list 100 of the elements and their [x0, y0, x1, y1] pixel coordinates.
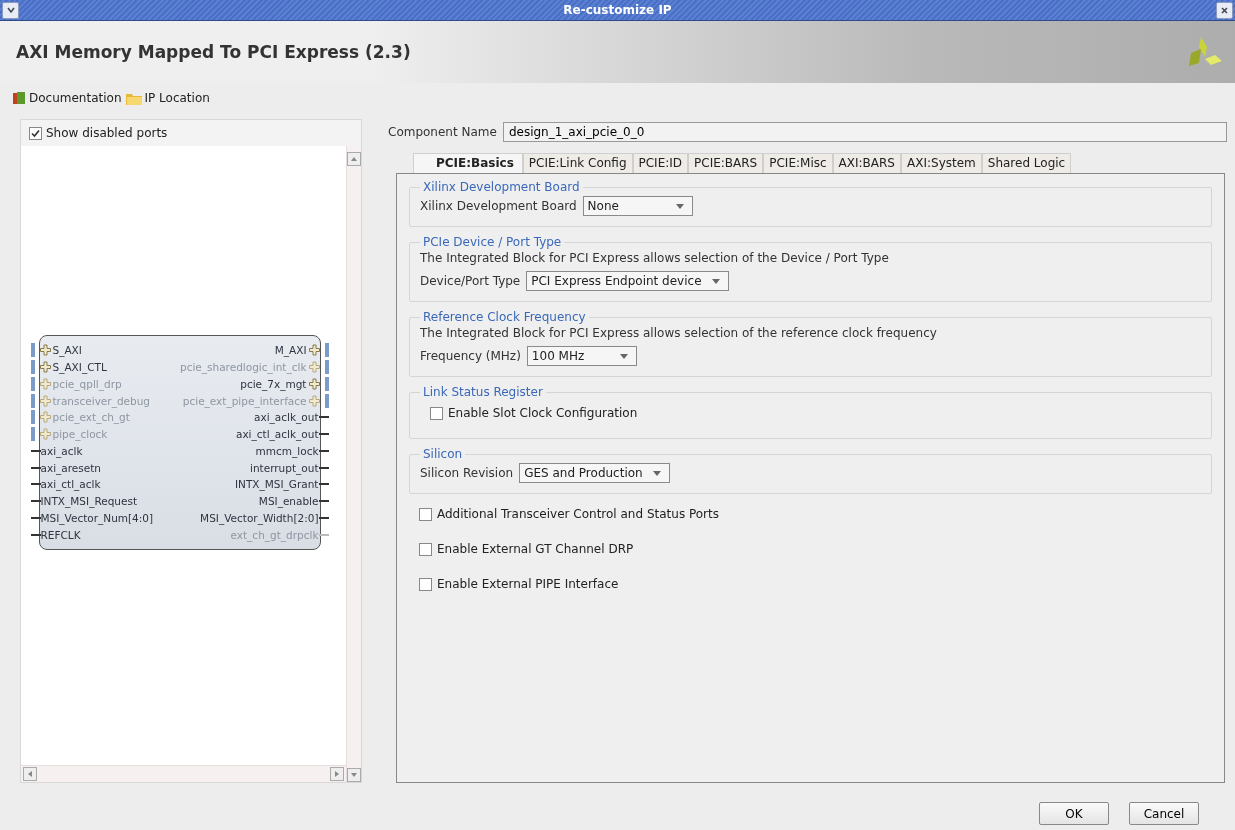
port-label: M_AXI	[274, 344, 307, 357]
logo-icon	[1189, 35, 1223, 69]
down-arrow-icon	[351, 773, 357, 777]
documentation-link[interactable]: Documentation	[12, 91, 122, 105]
port-label: INTX_MSI_Request	[40, 495, 138, 508]
pin-line-icon	[318, 482, 329, 487]
port-label: axi_ctl_aclk	[40, 478, 101, 491]
group-title: PCIe Device / Port Type	[422, 235, 563, 249]
checkbox-option[interactable]: Enable External PIPE Interface	[409, 572, 1212, 599]
pin-line-icon	[30, 482, 41, 487]
pin-line-icon	[318, 465, 329, 470]
pin-line-icon	[318, 499, 329, 504]
pin-line-icon	[318, 515, 329, 520]
bus-port-icon	[30, 393, 53, 408]
group-title: Reference Clock Frequency	[422, 310, 587, 324]
group-description: The Integrated Block for PCI Express allows selection of the Device / Port Type	[420, 251, 890, 265]
checkbox-label: Additional Transceiver Control and Status Ports	[437, 507, 719, 521]
checkbox-label: Enable Slot Clock Configuration	[448, 406, 638, 420]
field-label: Component Name	[388, 125, 497, 139]
port-label: S_AXI	[52, 344, 82, 357]
pin-line-icon	[318, 432, 329, 437]
bus-port-icon	[30, 343, 53, 358]
bus-port-icon	[306, 360, 329, 375]
bus-port-icon	[306, 376, 329, 391]
pin-line-icon	[30, 532, 41, 537]
port-label: pcie_7x_mgt	[240, 377, 307, 390]
checkbox-square[interactable]	[419, 507, 432, 521]
checkbox-square[interactable]	[430, 406, 443, 420]
caret-icon	[711, 278, 720, 284]
dropdown[interactable]: PCI Express Endpoint device	[526, 271, 729, 291]
group-title: Xilinx Development Board	[422, 180, 581, 194]
location-link[interactable]: IP Location	[125, 91, 210, 105]
tab[interactable]: PCIE:Basics	[413, 153, 523, 173]
folder-icon	[125, 91, 142, 105]
dropdown[interactable]: 100 MHz	[526, 346, 637, 366]
pin-line-icon	[318, 415, 329, 420]
left-arrow-icon	[28, 771, 32, 777]
ip-title: AXI Memory Mapped To PCI Express (2.3)	[16, 42, 411, 62]
vertical-scrollbar[interactable]	[346, 146, 361, 782]
port-label: ext_ch_gt_drpclk	[230, 528, 319, 541]
field-label: Silicon Revision	[420, 466, 514, 480]
bus-port-icon	[30, 360, 53, 375]
bus-port-icon	[306, 393, 329, 408]
port-label: axi_ctl_aclk_out	[235, 428, 319, 441]
checkbox-label: Enable External PIPE Interface	[437, 577, 619, 591]
pin-line-icon	[30, 465, 41, 470]
group-description: The Integrated Block for PCI Express allows selection of the reference clock frequency	[420, 326, 938, 340]
tab[interactable]: AXI:System	[901, 153, 982, 173]
checkbox-option[interactable]: Additional Transceiver Control and Status Ports	[409, 502, 1212, 529]
port-label: axi_aclk_out	[254, 411, 319, 424]
component-name-field[interactable]: design_1_axi_pcie_0_0	[502, 122, 1227, 142]
port-label: pcie_ext_ch_gt	[52, 411, 130, 424]
checkbox-option[interactable]: Enable Slot Clock Configuration	[420, 401, 1201, 428]
port-label: S_AXI_CTL	[52, 361, 107, 374]
close-icon	[1221, 6, 1228, 14]
tab[interactable]: PCIE:Link Config	[522, 153, 633, 173]
port-label: pcie_sharedlogic_int_clk	[180, 361, 307, 374]
bus-port-icon	[30, 427, 53, 442]
checkbox-option[interactable]: Enable External GT Channel DRP	[409, 537, 1212, 564]
caret-icon	[675, 203, 684, 209]
pin-line-icon	[30, 448, 41, 453]
port-label: MSI_Vector_Width[2:0]	[200, 511, 319, 524]
checkbox-square[interactable]	[29, 126, 42, 140]
window-menu-button[interactable]	[2, 1, 19, 19]
port-label: pcie_qpll_drp	[52, 377, 122, 390]
bus-port-icon	[30, 410, 53, 425]
scroll-right-button[interactable]	[330, 767, 344, 781]
dropdown[interactable]: None	[582, 196, 693, 216]
window-title: Re-customize IP	[563, 3, 672, 17]
pin-line-icon	[318, 532, 329, 537]
chevron-down-icon	[6, 7, 15, 13]
horizontal-scrollbar[interactable]	[21, 765, 346, 782]
dialog-button[interactable]: Cancel	[1129, 802, 1199, 825]
up-arrow-icon	[351, 157, 357, 161]
scroll-left-button[interactable]	[23, 767, 37, 781]
field-label: Frequency (MHz)	[420, 349, 521, 363]
book-icon	[12, 91, 26, 105]
port-label: axi_aclk	[40, 444, 83, 457]
port-label: MSI_enable	[258, 495, 319, 508]
tab[interactable]: Shared Logic	[981, 153, 1072, 173]
field-label: Xilinx Development Board	[420, 199, 577, 213]
checkbox-square[interactable]	[419, 577, 432, 591]
checkbox-square[interactable]	[419, 542, 432, 556]
tab[interactable]: AXI:BARS	[832, 153, 901, 173]
dialog-button[interactable]: OK	[1039, 802, 1109, 825]
dropdown[interactable]: GES and Production	[519, 463, 670, 483]
group-title: Silicon	[422, 447, 464, 461]
port-label: pipe_clock	[52, 428, 108, 441]
port-label: mmcm_lock	[255, 444, 319, 457]
right-arrow-icon	[335, 771, 339, 777]
checkbox-label: Show disabled ports	[46, 126, 168, 140]
tab[interactable]: PCIE:BARS	[688, 153, 764, 173]
checkbox-label: Enable External GT Channel DRP	[437, 542, 634, 556]
close-button[interactable]	[1216, 1, 1233, 19]
pin-line-icon	[318, 448, 329, 453]
tab[interactable]: PCIE:Misc	[763, 153, 833, 173]
scroll-up-button[interactable]	[347, 152, 361, 166]
scroll-down-button[interactable]	[347, 768, 361, 782]
caret-icon	[652, 470, 661, 476]
tab[interactable]: PCIE:ID	[632, 153, 689, 173]
